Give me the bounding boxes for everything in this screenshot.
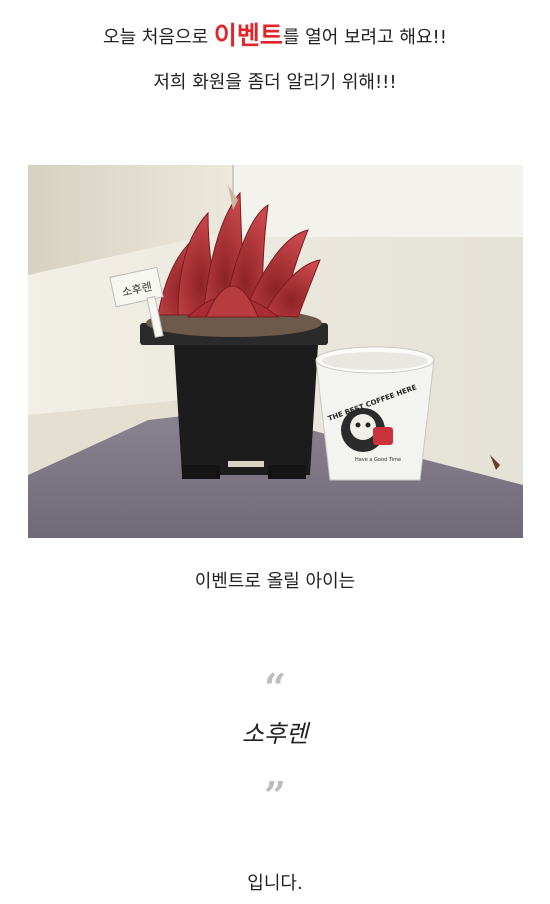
intro-line-1-after: 를 열어 보려고 해요!!	[282, 27, 447, 48]
close-quote-icon: ”	[264, 773, 286, 818]
ending-text: 입니다.	[247, 873, 303, 894]
cup-subtext: Have a Good Time	[355, 457, 401, 463]
open-quote-icon: “	[264, 665, 286, 710]
intro-line-1-before: 오늘 처음으로	[103, 27, 214, 48]
intro-line-1: 오늘 처음으로 이벤트를 열어 보려고 해요!!	[0, 22, 550, 52]
intro-line-2: 저희 화원을 좀더 알리기 위해!!!	[153, 72, 397, 93]
succulent-photo: 소후렌 THE BEST COFFEE HERE Have a Good Tim…	[28, 165, 523, 538]
plant-name: 소후렌	[241, 720, 309, 748]
event-highlight: 이벤트	[213, 21, 283, 50]
caption-text: 이벤트로 올릴 아이는	[194, 571, 356, 592]
